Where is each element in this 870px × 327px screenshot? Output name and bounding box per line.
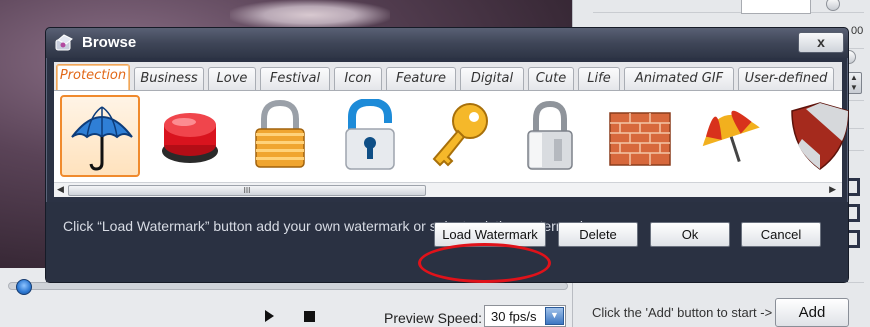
ok-button[interactable]: Ok <box>650 222 730 247</box>
divider <box>593 12 864 13</box>
bracket-icon <box>848 230 860 248</box>
tab-cute[interactable]: Cute <box>528 67 574 91</box>
zoom-label: 00 <box>851 25 864 37</box>
load-watermark-button[interactable]: Load Watermark <box>434 222 546 247</box>
tab-love[interactable]: Love <box>208 67 256 91</box>
timeline-knob[interactable] <box>16 279 32 295</box>
watermark-item[interactable] <box>240 95 320 177</box>
tab-digital[interactable]: Digital <box>460 67 524 91</box>
scroll-thumb[interactable]: III <box>68 185 426 196</box>
tab-life[interactable]: Life <box>578 67 620 91</box>
tab-protection[interactable]: Protection <box>56 64 130 91</box>
watermark-item[interactable] <box>60 95 140 177</box>
timeline-track[interactable] <box>8 282 568 290</box>
golden-padlock-icon <box>255 99 305 168</box>
stop-icon[interactable] <box>304 311 315 322</box>
tab-festival[interactable]: Festival <box>260 67 330 91</box>
brick-wall-icon <box>609 112 671 166</box>
category-tabs: Protection Business Love Festival Icon F… <box>54 62 842 91</box>
scroll-right-icon[interactable]: ▶ <box>829 184 836 195</box>
watermark-item[interactable] <box>510 95 590 177</box>
chevron-down-icon[interactable] <box>545 307 564 325</box>
watermark-item[interactable] <box>600 95 680 177</box>
key-icon <box>432 103 488 167</box>
umbrella-icon <box>71 106 133 171</box>
watermark-gallery <box>54 90 849 182</box>
silver-padlock-icon <box>527 100 573 170</box>
dialog-title: Browse <box>82 34 137 51</box>
add-hint: Click the 'Add' button to start -> <box>592 305 773 320</box>
delete-button[interactable]: Delete <box>558 222 638 247</box>
play-icon[interactable] <box>265 310 274 322</box>
tab-feature[interactable]: Feature <box>386 67 456 91</box>
settings-field[interactable] <box>741 0 811 14</box>
add-button[interactable]: Add <box>775 298 849 327</box>
red-button-icon <box>162 113 218 163</box>
watermark-item[interactable] <box>690 95 770 177</box>
tab-icon[interactable]: Icon <box>334 67 382 91</box>
fps-select[interactable]: 30 fps/s <box>484 305 566 327</box>
bracket-icon <box>848 178 860 196</box>
watermark-item[interactable] <box>780 95 860 177</box>
shield-icon <box>791 102 849 170</box>
dialog-titlebar[interactable]: Browse x <box>46 28 848 58</box>
fps-value: 30 fps/s <box>491 309 537 324</box>
gallery-scrollbar[interactable]: ◀ III ▶ <box>54 182 842 197</box>
watermark-item[interactable] <box>330 95 410 177</box>
scroll-left-icon[interactable]: ◀ <box>57 184 64 195</box>
blue-lock-icon <box>345 99 395 170</box>
tab-animated-gif[interactable]: Animated GIF <box>624 67 734 91</box>
preview-speed-label: Preview Speed: <box>384 310 483 326</box>
cancel-button[interactable]: Cancel <box>741 222 821 247</box>
bracket-icon <box>848 204 860 222</box>
watermark-app-icon <box>55 34 73 51</box>
close-button[interactable]: x <box>798 32 844 53</box>
watermark-item[interactable] <box>150 95 230 177</box>
tab-business[interactable]: Business <box>134 67 204 91</box>
watermark-item[interactable] <box>420 95 500 177</box>
striped-umbrella-icon <box>702 110 760 162</box>
tab-user-defined[interactable]: User-defined <box>738 67 834 91</box>
